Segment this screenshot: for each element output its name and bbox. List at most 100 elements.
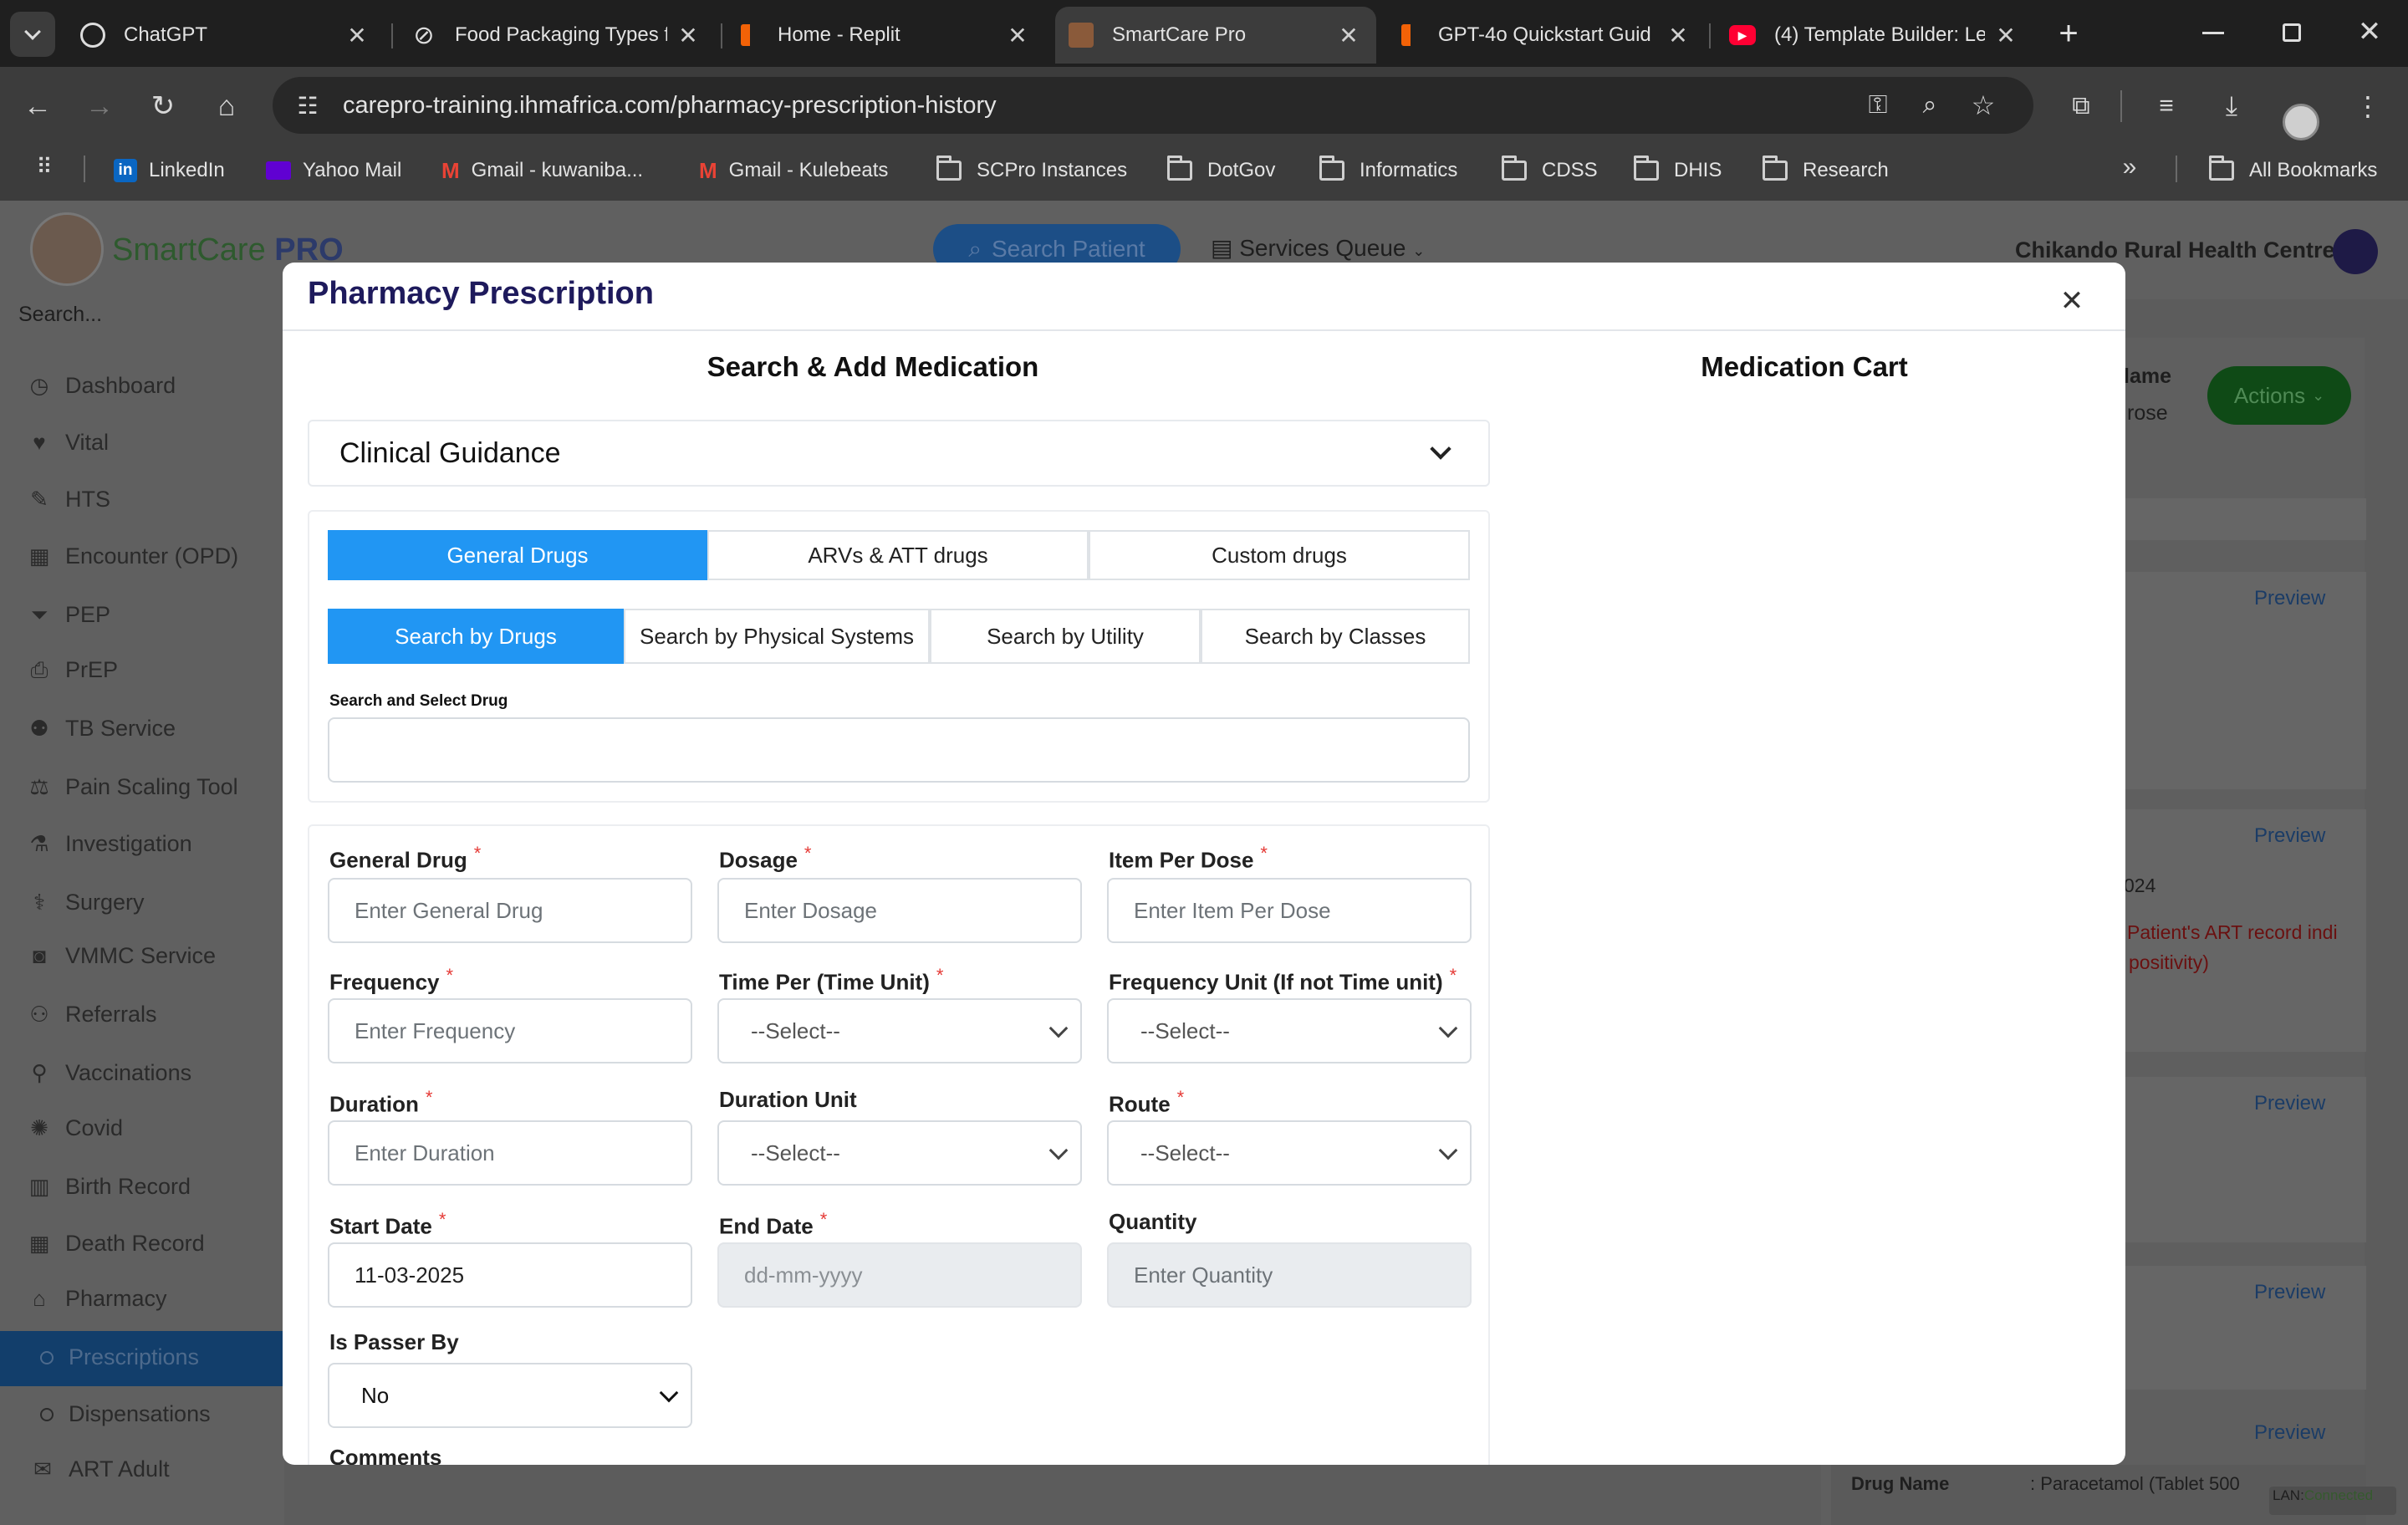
user-avatar-icon[interactable] bbox=[2333, 229, 2378, 274]
browser-menu-icon[interactable]: ⋮ bbox=[2351, 85, 2385, 127]
home-icon[interactable]: ⌂ bbox=[206, 85, 247, 127]
general-drug-input[interactable]: Enter General Drug bbox=[328, 878, 692, 943]
time-per-select[interactable]: --Select-- bbox=[717, 998, 1082, 1063]
item-per-dose-input[interactable]: Enter Item Per Dose bbox=[1107, 878, 1472, 943]
more-bookmarks-icon[interactable]: » bbox=[2115, 152, 2144, 182]
sidebar-item-vmmc[interactable]: ◙ VMMC Service bbox=[25, 943, 216, 969]
close-icon[interactable]: ✕ bbox=[1336, 22, 1361, 49]
zoom-icon[interactable]: ⌕ bbox=[1913, 91, 1946, 120]
is-passer-by-select[interactable]: No bbox=[328, 1363, 692, 1428]
bookmark-gmail-kuwaniba[interactable]: M Gmail - kuwaniba... bbox=[441, 154, 643, 187]
browser-tab-chatgpt[interactable]: ChatGPT ✕ bbox=[67, 7, 385, 64]
tab-search-by-drugs[interactable]: Search by Drugs bbox=[328, 609, 624, 664]
sidebar-item-pain-scaling[interactable]: ⚖ Pain Scaling Tool bbox=[25, 774, 237, 800]
frequency-input[interactable]: Enter Frequency bbox=[328, 998, 692, 1063]
sidebar-item-birth-record[interactable]: ▥ Birth Record bbox=[25, 1174, 191, 1200]
all-bookmarks[interactable]: All Bookmarks bbox=[2209, 154, 2377, 187]
chevron-down-icon bbox=[659, 1383, 679, 1403]
browser-tab-gpt4o-guide[interactable]: GPT-4o Quickstart Guid ✕ bbox=[1388, 7, 1706, 64]
browser-tab-replit[interactable]: Home - Replit ✕ bbox=[727, 7, 1045, 64]
actions-button[interactable]: Actions ⌄ bbox=[2207, 366, 2351, 425]
sidebar-item-prescriptions[interactable]: Prescriptions bbox=[40, 1344, 199, 1370]
bookmark-gmail-kulebeats[interactable]: M Gmail - Kulebeats bbox=[699, 154, 888, 187]
sidebar-item-death-record[interactable]: ▦ Death Record bbox=[25, 1231, 205, 1257]
preview-link[interactable]: Preview bbox=[2254, 1421, 2325, 1445]
sidebar-search-input[interactable]: Search... bbox=[18, 303, 102, 327]
browser-tab-youtube[interactable]: ▶ (4) Template Builder: Le ✕ bbox=[1716, 7, 2033, 64]
tab-title: Home - Replit bbox=[778, 23, 900, 46]
site-settings-icon[interactable]: ☷ bbox=[291, 92, 324, 120]
tab-custom-drugs[interactable]: Custom drugs bbox=[1089, 530, 1470, 580]
download-icon[interactable]: ⤓ bbox=[2211, 85, 2252, 127]
preview-link[interactable]: Preview bbox=[2254, 824, 2325, 848]
duration-input[interactable]: Enter Duration bbox=[328, 1120, 692, 1186]
sidebar-item-tb-service[interactable]: ⚉ TB Service bbox=[25, 716, 176, 742]
sidebar-item-art-adult[interactable]: ✉ ART Adult bbox=[28, 1456, 169, 1482]
start-date-input[interactable]: 11-03-2025 bbox=[328, 1242, 692, 1308]
forward-arrow-icon[interactable]: → bbox=[79, 85, 120, 127]
sidebar-item-investigation[interactable]: ⚗ Investigation bbox=[25, 831, 191, 857]
browser-tab-food-packaging[interactable]: ⊘ Food Packaging Types f ✕ bbox=[398, 7, 716, 64]
extensions-icon[interactable]: ⧉ bbox=[2060, 85, 2102, 127]
tab-search-by-physical-systems[interactable]: Search by Physical Systems bbox=[624, 609, 930, 664]
preview-link[interactable]: Preview bbox=[2254, 1092, 2325, 1115]
route-select[interactable]: --Select-- bbox=[1107, 1120, 1472, 1186]
clinical-guidance-accordion[interactable]: Clinical Guidance bbox=[308, 420, 1490, 487]
bookmark-dotgov[interactable]: DotGov bbox=[1167, 154, 1275, 187]
bookmark-cdss[interactable]: CDSS bbox=[1502, 154, 1598, 187]
close-icon[interactable]: ✕ bbox=[1993, 22, 2018, 49]
services-queue-menu[interactable]: ▤ Services Queue ⌄ bbox=[1211, 234, 1425, 262]
sidebar-item-pharmacy[interactable]: ⌂ Pharmacy bbox=[25, 1286, 166, 1312]
sidebar-item-vital[interactable]: ♥ Vital bbox=[25, 430, 109, 456]
sidebar-item-hts[interactable]: ✎ HTS bbox=[25, 487, 110, 513]
sidebar-item-referrals[interactable]: ⚇ Referrals bbox=[25, 1002, 156, 1028]
apps-grid-icon[interactable]: ⠿ bbox=[30, 152, 59, 181]
preview-link[interactable]: Preview bbox=[2254, 587, 2325, 610]
minimize-window-icon[interactable] bbox=[2202, 32, 2224, 34]
tab-arvs-att-drugs[interactable]: ARVs & ATT drugs bbox=[707, 530, 1089, 580]
close-icon[interactable]: ✕ bbox=[1666, 22, 1691, 49]
bookmark-research[interactable]: Research bbox=[1763, 154, 1889, 187]
close-icon[interactable]: ✕ bbox=[676, 22, 701, 49]
circle-icon bbox=[40, 1350, 54, 1364]
bookmark-yahoo-mail[interactable]: Yahoo Mail bbox=[266, 154, 401, 187]
tab-search-by-classes[interactable]: Search by Classes bbox=[1201, 609, 1470, 664]
tab-search-button[interactable] bbox=[10, 12, 55, 57]
sidebar-item-surgery[interactable]: ⚕ Surgery bbox=[25, 890, 145, 916]
search-drug-input[interactable] bbox=[328, 717, 1470, 783]
close-window-icon[interactable]: ✕ bbox=[2353, 15, 2386, 48]
bookmark-scpro-instances[interactable]: SCPro Instances bbox=[936, 154, 1127, 187]
browser-tab-smartcare-pro[interactable]: SmartCare Pro ✕ bbox=[1055, 7, 1376, 64]
modal-close-icon[interactable]: ✕ bbox=[2052, 281, 2092, 321]
frequency-unit-select[interactable]: --Select-- bbox=[1107, 998, 1472, 1063]
tab-search-by-utility[interactable]: Search by Utility bbox=[930, 609, 1201, 664]
sidebar-item-prep[interactable]: ⎙ PrEP bbox=[25, 657, 118, 683]
media-queue-icon[interactable]: ≡ bbox=[2145, 85, 2187, 127]
sidebar-item-encounter[interactable]: ▦ Encounter (OPD) bbox=[25, 543, 238, 569]
tab-general-drugs[interactable]: General Drugs bbox=[328, 530, 707, 580]
address-bar[interactable]: ☷ carepro-training.ihmafrica.com/pharmac… bbox=[273, 77, 2033, 134]
back-arrow-icon[interactable]: ← bbox=[17, 85, 59, 127]
quantity-input[interactable]: Enter Quantity bbox=[1107, 1242, 1472, 1308]
bookmark-informatics[interactable]: Informatics bbox=[1319, 154, 1457, 187]
sidebar-item-pep[interactable]: ⏷ PEP bbox=[25, 602, 110, 628]
end-date-input[interactable]: dd-mm-yyyy bbox=[717, 1242, 1082, 1308]
sidebar-item-covid[interactable]: ✺ Covid bbox=[25, 1115, 123, 1141]
reload-icon[interactable]: ↻ bbox=[142, 85, 184, 127]
new-tab-button[interactable]: + bbox=[2047, 12, 2090, 55]
duration-unit-select[interactable]: --Select-- bbox=[717, 1120, 1082, 1186]
sidebar-item-dispensations[interactable]: Dispensations bbox=[40, 1401, 211, 1427]
bookmark-linkedin[interactable]: in LinkedIn bbox=[114, 154, 225, 187]
profile-avatar[interactable] bbox=[2283, 104, 2319, 140]
close-icon[interactable]: ✕ bbox=[1005, 22, 1030, 49]
password-key-icon[interactable]: ⚿ bbox=[1861, 91, 1895, 120]
restore-window-icon[interactable] bbox=[2283, 23, 2301, 42]
sidebar-item-vaccinations[interactable]: ⚲ Vaccinations bbox=[25, 1060, 191, 1086]
bookmark-star-icon[interactable]: ☆ bbox=[1967, 89, 2000, 121]
bookmark-dhis[interactable]: DHIS bbox=[1634, 154, 1722, 187]
sidebar-item-dashboard[interactable]: ◷ Dashboard bbox=[25, 373, 176, 399]
url-text[interactable]: carepro-training.ihmafrica.com/pharmacy-… bbox=[343, 92, 997, 120]
preview-link[interactable]: Preview bbox=[2254, 1281, 2325, 1304]
close-icon[interactable]: ✕ bbox=[344, 22, 370, 49]
dosage-input[interactable]: Enter Dosage bbox=[717, 878, 1082, 943]
